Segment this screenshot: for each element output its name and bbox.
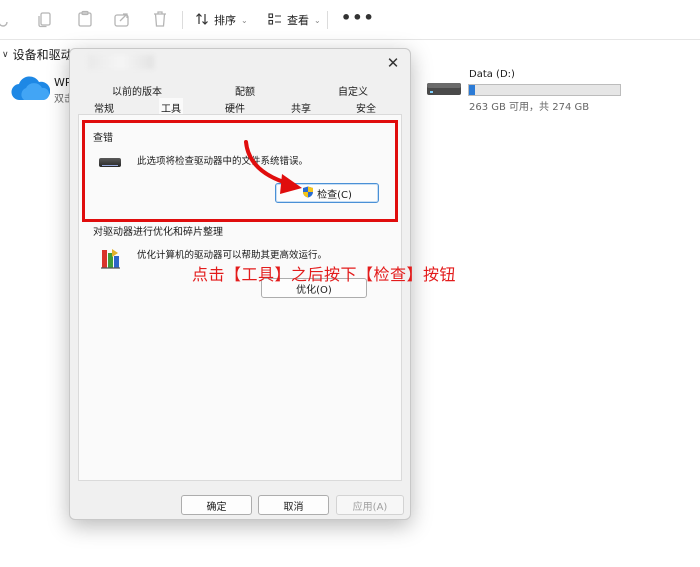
drive-d-icon[interactable] [426, 80, 462, 101]
tab-sharing[interactable]: 共享 [291, 100, 311, 115]
sort-button[interactable]: 排序 ⌄ [195, 9, 248, 31]
close-icon[interactable]: ✕ [382, 53, 404, 73]
cancel-button[interactable]: 取消 [258, 495, 329, 515]
cloud-drive-icon[interactable] [10, 74, 51, 105]
optimize-description: 优化计算机的驱动器可以帮助其更高效运行。 [137, 250, 328, 261]
more-options-button[interactable]: ••• [341, 8, 375, 27]
view-icon [268, 12, 282, 29]
chevron-down-icon: ⌄ [241, 15, 248, 25]
instruction-annotation: 点击【工具】之后按下【检查】按钮 [192, 265, 457, 284]
tab-hardware[interactable]: 硬件 [225, 100, 245, 115]
view-label: 查看 [287, 14, 309, 27]
copy-icon[interactable] [36, 10, 56, 30]
apply-button-label: 应用(A) [352, 501, 388, 513]
tab-general[interactable]: 常规 [94, 100, 114, 115]
paste-icon[interactable] [76, 10, 96, 30]
defrag-icon [99, 247, 121, 274]
sort-icon [195, 12, 209, 29]
toolbar-divider [182, 11, 183, 29]
toolbar-divider [327, 11, 328, 29]
view-button[interactable]: 查看 ⌄ [268, 9, 321, 31]
tab-security[interactable]: 安全 [356, 100, 376, 115]
pointer-arrow-icon [240, 138, 310, 201]
optimize-title: 对驱动器进行优化和碎片整理 [93, 227, 223, 238]
cut-icon[interactable] [0, 10, 18, 30]
apply-button: 应用(A) [336, 495, 404, 515]
explorer-toolbar: 排序 ⌄ 查看 ⌄ ••• [0, 0, 700, 40]
tab-customize[interactable]: 自定义 [338, 83, 368, 98]
cancel-button-label: 取消 [283, 501, 304, 513]
ok-button[interactable]: 确定 [181, 495, 252, 515]
sort-label: 排序 [214, 14, 236, 27]
drive-d-space: 263 GB 可用，共 274 GB [469, 102, 590, 113]
drive-d-usage-fill [469, 85, 476, 95]
tab-quota[interactable]: 配额 [235, 83, 255, 98]
dialog-title-blurred [88, 55, 154, 69]
delete-icon[interactable] [151, 10, 171, 30]
chevron-down-icon: ∨ [2, 49, 9, 60]
drive-d-name[interactable]: Data (D:) [469, 69, 515, 80]
drive-d-usage-bar [468, 84, 621, 96]
chevron-down-icon: ⌄ [314, 15, 321, 25]
ok-button-label: 确定 [206, 501, 227, 513]
tab-previous-versions[interactable]: 以前的版本 [112, 83, 162, 98]
share-icon[interactable] [113, 10, 133, 30]
